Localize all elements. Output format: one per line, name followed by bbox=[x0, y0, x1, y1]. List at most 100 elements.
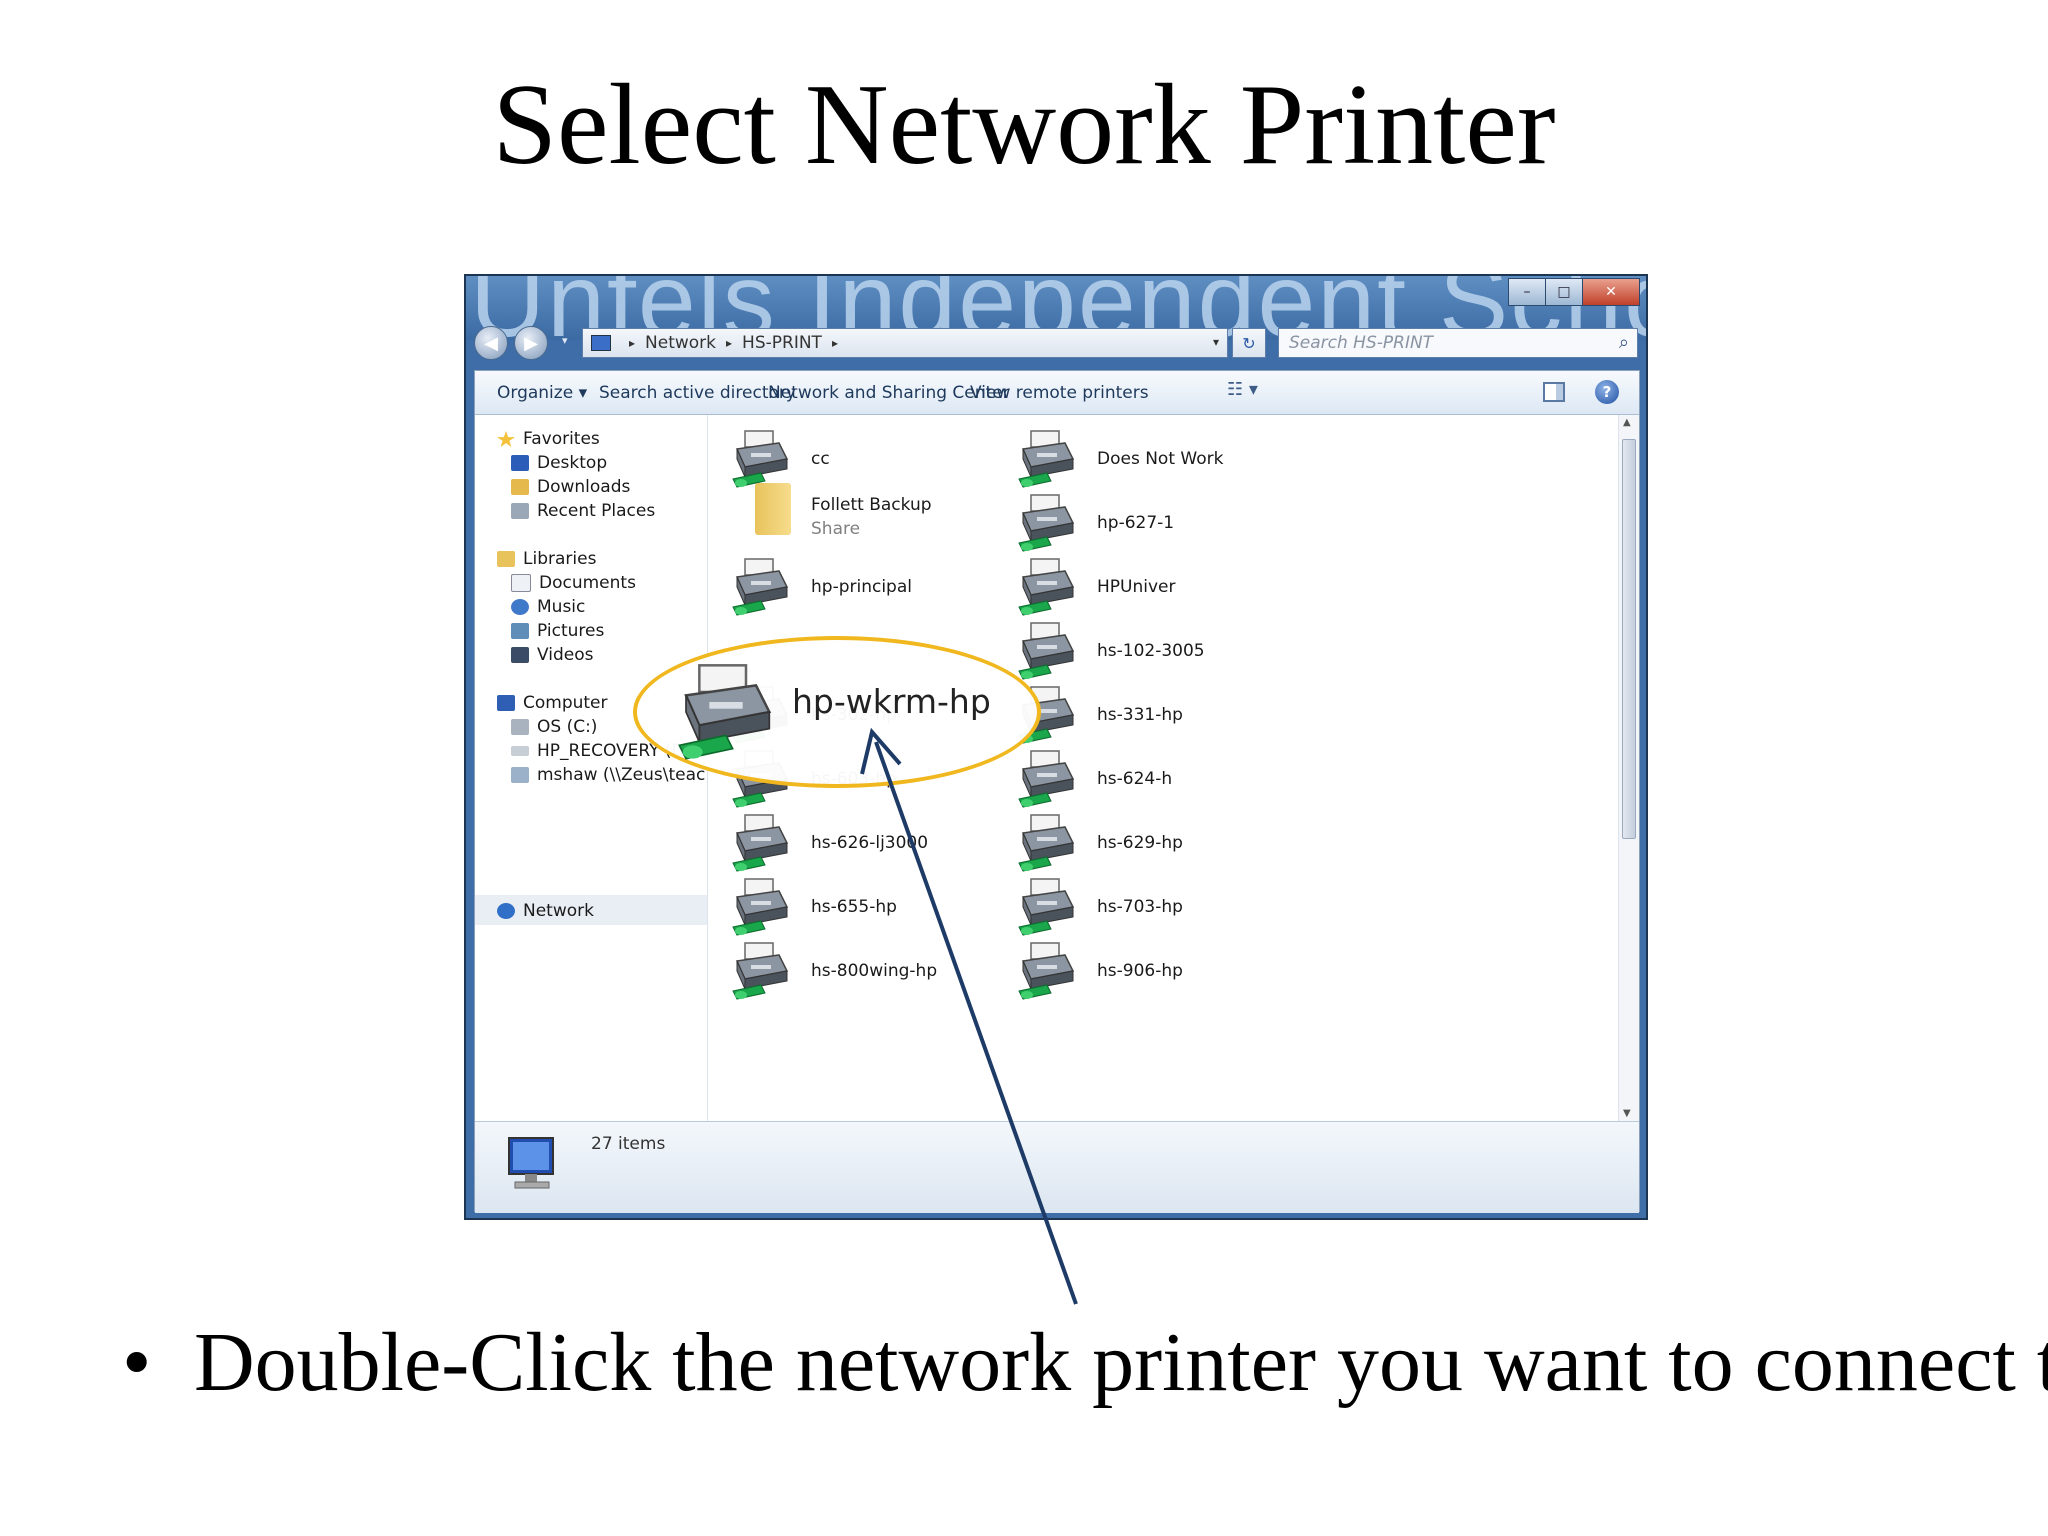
instruction-bullet: • Double-Click the network printer you wa… bbox=[122, 1313, 2048, 1413]
printer-icon bbox=[1017, 941, 1077, 1001]
recent-places-icon bbox=[511, 503, 529, 519]
scroll-thumb[interactable] bbox=[1622, 439, 1636, 839]
nav-libraries[interactable]: Libraries bbox=[497, 549, 596, 569]
documents-icon bbox=[511, 574, 531, 592]
item-label: hs-800wing-hp bbox=[811, 961, 938, 981]
printer-icon bbox=[1017, 813, 1077, 873]
printer-icon bbox=[1017, 877, 1077, 937]
breadcrumb-separator[interactable]: ▸ bbox=[726, 336, 732, 350]
command-bar: Organize ▾ Search active directory Netwo… bbox=[475, 371, 1639, 415]
computer-icon bbox=[497, 695, 515, 711]
item-label: hs-626-lj3000 bbox=[811, 833, 929, 853]
view-remote-printers-button[interactable]: View remote printers bbox=[970, 383, 1149, 403]
window-controls: – □ ✕ bbox=[1508, 278, 1640, 306]
nav-documents[interactable]: Documents bbox=[511, 573, 636, 593]
printer-item[interactable]: HPUniver bbox=[1017, 557, 1387, 627]
details-pane: 27 items bbox=[475, 1121, 1639, 1213]
printer-icon bbox=[1017, 621, 1077, 681]
nav-label: Favorites bbox=[523, 429, 600, 449]
item-label: Does Not Work bbox=[1097, 449, 1224, 469]
printer-item[interactable]: hs-629-hp bbox=[1017, 813, 1387, 883]
nav-music[interactable]: Music bbox=[511, 597, 585, 617]
address-dropdown-icon[interactable]: ▾ bbox=[1213, 335, 1219, 349]
change-view-icon[interactable]: ☷ ▾ bbox=[1227, 379, 1258, 400]
nav-label: Libraries bbox=[523, 549, 597, 569]
nav-mshaw-share[interactable]: mshaw (\\Zeus\teac bbox=[511, 765, 705, 785]
nav-label: Documents bbox=[539, 573, 636, 593]
search-active-directory-button[interactable]: Search active directory bbox=[599, 383, 796, 403]
nav-os-drive[interactable]: OS (C:) bbox=[511, 717, 597, 737]
search-input[interactable]: Search HS-PRINT ⌕ bbox=[1278, 328, 1638, 358]
item-label: hs-102-3005 bbox=[1097, 641, 1205, 661]
nav-label: OS (C:) bbox=[537, 717, 598, 737]
scroll-down-icon[interactable]: ▼ bbox=[1623, 1108, 1631, 1119]
instruction-text: Double-Click the network printer you wan… bbox=[194, 1316, 2048, 1409]
minimize-button[interactable]: – bbox=[1508, 278, 1546, 306]
libraries-icon bbox=[497, 551, 515, 567]
nav-computer[interactable]: Computer bbox=[497, 693, 608, 713]
scroll-up-icon[interactable]: ▲ bbox=[1623, 417, 1631, 428]
network-computer-icon bbox=[503, 1134, 563, 1192]
printer-item[interactable]: hs-906-hp bbox=[1017, 941, 1387, 1011]
desktop-icon bbox=[511, 455, 529, 471]
nav-favorites[interactable]: Favorites bbox=[497, 429, 600, 449]
printer-icon bbox=[731, 941, 791, 1001]
nav-label: Pictures bbox=[537, 621, 605, 641]
printer-item[interactable]: hs-703-hp bbox=[1017, 877, 1387, 947]
printer-item[interactable]: hs-624-h bbox=[1017, 749, 1387, 819]
nav-label: Recent Places bbox=[537, 501, 656, 521]
search-placeholder: Search HS-PRINT bbox=[1289, 333, 1434, 353]
slide-title: Select Network Printer bbox=[492, 61, 1556, 189]
recent-pages-dropdown[interactable]: ▾ bbox=[562, 334, 572, 347]
printer-icon bbox=[1017, 493, 1077, 553]
breadcrumb-network[interactable]: Network bbox=[645, 333, 716, 353]
nav-recent-places[interactable]: Recent Places bbox=[511, 501, 655, 521]
printer-item[interactable]: hp-627-1 bbox=[1017, 493, 1387, 563]
item-label: Follett Backup bbox=[811, 495, 932, 515]
refresh-button[interactable]: ↻ bbox=[1232, 328, 1266, 358]
network-icon bbox=[591, 335, 611, 351]
printer-icon bbox=[1017, 429, 1077, 489]
nav-label: Music bbox=[537, 597, 586, 617]
item-label: hs-629-hp bbox=[1097, 833, 1183, 853]
item-label: hp-principal bbox=[811, 577, 912, 597]
preview-pane-icon[interactable] bbox=[1543, 382, 1565, 402]
item-label: HPUniver bbox=[1097, 577, 1176, 597]
printer-item[interactable]: hs-331-hp bbox=[1017, 685, 1387, 755]
printer-icon bbox=[1017, 557, 1077, 617]
network-drive-icon bbox=[511, 767, 529, 783]
search-icon[interactable]: ⌕ bbox=[1619, 332, 1629, 353]
music-icon bbox=[511, 599, 529, 615]
folder-icon bbox=[755, 483, 791, 535]
nav-desktop[interactable]: Desktop bbox=[511, 453, 607, 473]
nav-network[interactable]: Network bbox=[497, 901, 594, 921]
maximize-button[interactable]: □ bbox=[1545, 278, 1583, 306]
address-bar[interactable]: ▸ Network ▸ HS-PRINT ▸ ▾ bbox=[582, 328, 1228, 358]
nav-label: Downloads bbox=[537, 477, 631, 497]
breadcrumb-separator[interactable]: ▸ bbox=[832, 336, 838, 350]
breadcrumb-separator: ▸ bbox=[629, 336, 636, 350]
nav-downloads[interactable]: Downloads bbox=[511, 477, 630, 497]
help-icon[interactable]: ? bbox=[1595, 380, 1619, 404]
breadcrumb-hs-print[interactable]: HS-PRINT bbox=[742, 333, 822, 353]
drive-icon bbox=[511, 746, 529, 756]
nav-pictures[interactable]: Pictures bbox=[511, 621, 604, 641]
star-icon bbox=[497, 431, 515, 447]
item-label: hs-331-hp bbox=[1097, 705, 1183, 725]
forward-button[interactable]: ▶ bbox=[514, 326, 548, 360]
vertical-scrollbar[interactable]: ▲ ▼ bbox=[1618, 415, 1639, 1121]
printer-icon bbox=[731, 429, 791, 489]
organize-button[interactable]: Organize ▾ bbox=[497, 383, 587, 403]
pictures-icon bbox=[511, 623, 529, 639]
printer-item[interactable]: hs-102-3005 bbox=[1017, 621, 1387, 691]
navigation-bar: ◀ ▶ ▾ ▸ Network ▸ HS-PRINT ▸ ▾ ↻ Search … bbox=[466, 322, 1646, 364]
nav-label: Desktop bbox=[537, 453, 608, 473]
bullet-marker: • bbox=[122, 1316, 152, 1409]
item-count: 27 items bbox=[591, 1134, 666, 1154]
item-sublabel: Share bbox=[811, 519, 861, 539]
nav-videos[interactable]: Videos bbox=[511, 645, 594, 665]
item-label: hs-655-hp bbox=[811, 897, 897, 917]
back-button[interactable]: ◀ bbox=[474, 326, 508, 360]
item-label: hs-906-hp bbox=[1097, 961, 1183, 981]
close-button[interactable]: ✕ bbox=[1582, 278, 1640, 306]
